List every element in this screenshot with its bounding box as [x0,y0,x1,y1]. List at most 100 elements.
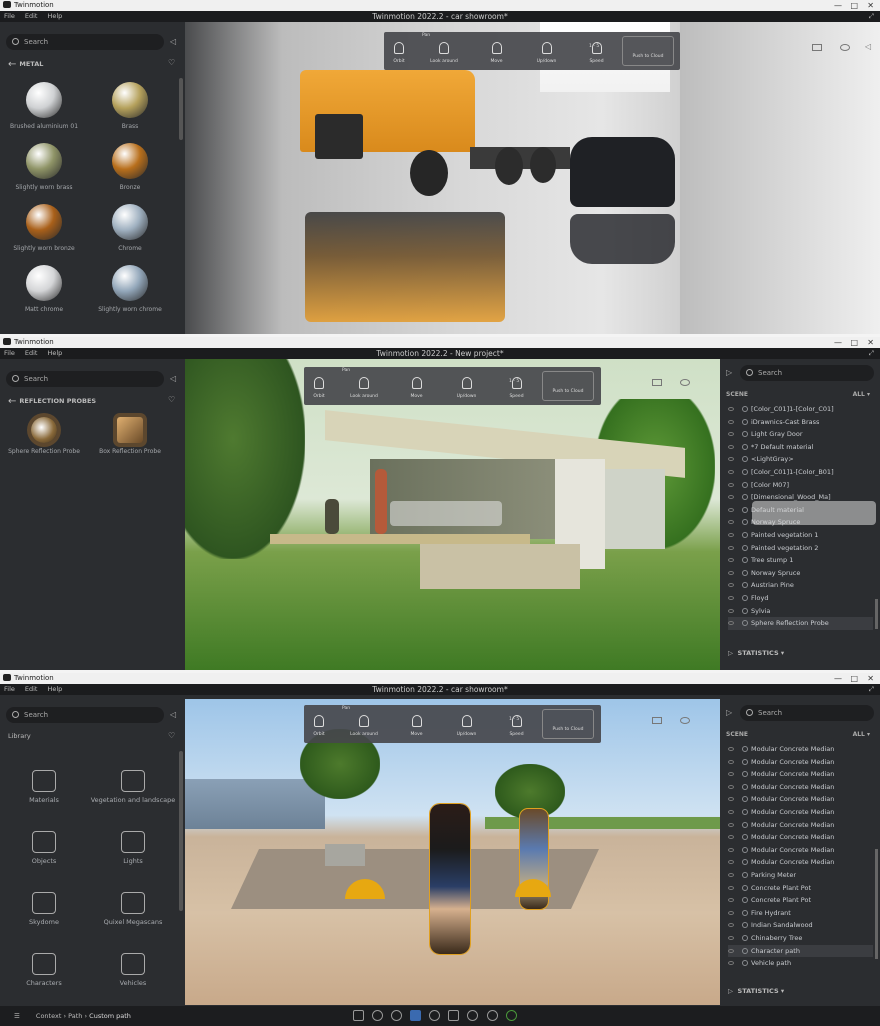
material-item[interactable]: Chrome [86,204,174,252]
library-category[interactable]: Skydome [0,892,88,926]
nav-tool-move[interactable]: Move [402,709,432,737]
visibility-eye-icon[interactable] [728,621,734,626]
visibility-eye-icon[interactable] [728,608,734,613]
layout-icon[interactable] [652,379,662,386]
material-item[interactable]: Brushed aluminium 01 [0,82,88,130]
nav-tool-up-down[interactable]: Up/down [452,709,482,737]
library-category[interactable]: Materials [0,770,88,804]
scene-item[interactable]: Sylvia [728,605,873,618]
minimize-icon[interactable]: — [834,337,842,348]
breadcrumb-custom-path[interactable]: Custom path [89,1012,131,1020]
hamburger-icon[interactable]: ☰ [14,1012,20,1020]
probe-box[interactable]: Box Reflection Probe [86,417,174,455]
visibility-eye-icon[interactable] [728,961,734,966]
material-item[interactable]: Slightly worn brass [0,143,88,191]
expand-icon[interactable]: ⤢ [869,684,874,695]
checkmark-icon[interactable] [505,1010,517,1021]
scene-item[interactable]: Sphere Reflection Probe [728,617,873,630]
scene-item[interactable]: *7 Default material [728,441,873,454]
view-eye-icon[interactable] [840,44,850,51]
scene-item[interactable]: Modular Concrete Median [728,844,873,857]
collapse-right-icon[interactable]: ◁ [865,42,871,51]
scene-item[interactable]: Light Gray Door [728,428,873,441]
visibility-eye-icon[interactable] [728,810,734,814]
visibility-eye-icon[interactable] [728,835,734,840]
visibility-eye-icon[interactable] [728,520,734,525]
collapse-right-icon[interactable]: ▷ [726,368,732,377]
scene-item[interactable]: Tree stump 1 [728,554,873,567]
statistics-toggle[interactable]: ▷ STATISTICS ▾ [728,987,784,995]
scrollbar[interactable] [179,751,183,911]
push-to-cloud-button[interactable]: Push to Cloud [542,371,594,401]
nav-tool-look-around[interactable]: Look around [349,709,379,737]
scene-item[interactable]: Modular Concrete Median [728,793,873,806]
search-input[interactable]: Search [6,34,164,50]
move-icon[interactable] [410,1010,422,1021]
scene-item[interactable]: Austrian Pine [728,579,873,592]
back-arrow-icon[interactable]: ← [8,59,16,70]
visibility-eye-icon[interactable] [728,822,734,827]
section-header[interactable]: ← REFLECTION PROBES [8,396,96,407]
library-category[interactable]: Lights [89,831,177,865]
search-input[interactable]: Search [6,371,164,387]
visibility-eye-icon[interactable] [728,923,734,928]
close-icon[interactable]: ✕ [867,673,874,684]
scene-item[interactable]: Indian Sandalwood [728,919,873,932]
scene-item[interactable]: Modular Concrete Median [728,831,873,844]
library-category[interactable]: Quixel Megascans [89,892,177,926]
favorite-icon[interactable]: ♡ [168,395,175,404]
scene-item[interactable]: Painted vegetation 2 [728,542,873,555]
visibility-eye-icon[interactable] [728,570,734,575]
viewport-3d[interactable]: Orbit Look around Move Up/down Speed Pan 1 - 5… [185,359,720,670]
visibility-eye-icon[interactable] [728,583,734,588]
collapse-panel-icon[interactable]: ◁ [170,710,176,719]
push-to-cloud-button[interactable]: Push to Cloud [542,709,594,739]
material-item[interactable]: Bronze [86,143,174,191]
visibility-eye-icon[interactable] [728,470,734,474]
nav-tool-orbit[interactable]: Orbit [384,36,414,64]
nav-tool-up-down[interactable]: Up/down [452,371,482,399]
visibility-eye-icon[interactable] [728,482,734,487]
visibility-eye-icon[interactable] [728,910,734,915]
scene-item[interactable]: iDrawnics-Cast Brass [728,416,873,429]
close-icon[interactable]: ✕ [867,0,874,11]
scene-item[interactable]: [Color_C01]1-[Color_C01] [728,403,873,416]
nav-tool-move[interactable]: Move [402,371,432,399]
visibility-eye-icon[interactable] [728,898,734,903]
nav-tool-up-down[interactable]: Up/down [532,36,562,64]
library-category[interactable]: Vehicles [89,953,177,987]
scene-item[interactable]: [Color M07] [728,479,873,492]
scrollbar[interactable] [875,599,878,629]
pipette-icon[interactable] [372,1010,384,1021]
probe-sphere[interactable]: Sphere Reflection Probe [0,417,88,455]
view-eye-icon[interactable] [680,379,690,386]
visibility-eye-icon[interactable] [728,558,734,563]
library-category[interactable]: Characters [0,953,88,987]
library-category[interactable]: Vegetation and landscape [89,770,177,804]
scene-item[interactable]: Vehicle path [728,957,873,970]
visibility-eye-icon[interactable] [728,596,734,600]
minimize-icon[interactable]: — [834,0,842,11]
visibility-eye-icon[interactable] [728,847,734,852]
collapse-right-icon[interactable]: ▷ [726,708,732,717]
visibility-eye-icon[interactable] [728,784,734,789]
visibility-eye-icon[interactable] [728,432,734,437]
visibility-eye-icon[interactable] [728,545,734,550]
visibility-eye-icon[interactable] [728,772,734,777]
scene-item[interactable]: Modular Concrete Median [728,819,873,832]
nav-tool-speed[interactable]: Speed [502,371,532,399]
breadcrumb-context[interactable]: Context [36,1012,61,1020]
layout-icon[interactable] [652,717,662,724]
push-to-cloud-button[interactable]: Push to Cloud [622,36,674,66]
scrollbar[interactable] [875,849,878,959]
visibility-eye-icon[interactable] [728,495,734,500]
view-eye-icon[interactable] [680,717,690,724]
rotate-icon[interactable] [429,1010,441,1021]
scene-item[interactable]: Modular Concrete Median [728,768,873,781]
scene-item[interactable]: Norway Spruce [728,567,873,580]
visibility-eye-icon[interactable] [728,747,734,751]
visibility-eye-icon[interactable] [728,860,734,865]
scene-item[interactable]: Modular Concrete Median [728,756,873,769]
maximize-icon[interactable]: □ [850,337,858,348]
close-icon[interactable]: ✕ [867,337,874,348]
